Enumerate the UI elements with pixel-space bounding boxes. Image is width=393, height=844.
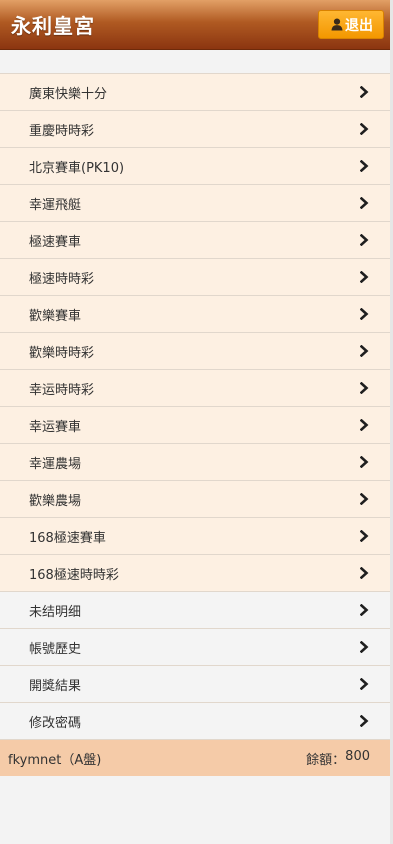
menu-item-speed-ssc[interactable]: 極速時時彩 bbox=[0, 259, 390, 296]
menu-item-lucky-farm[interactable]: 幸運農場 bbox=[0, 444, 390, 481]
chevron-right-icon bbox=[360, 641, 369, 653]
balance-label: 餘額： bbox=[306, 752, 346, 768]
balance-value: 800 bbox=[345, 748, 370, 764]
menu-item-unsettled-details[interactable]: 未结明细 bbox=[0, 592, 390, 629]
menu-item-label: 幸运時時彩 bbox=[29, 382, 95, 398]
menu-item-label: 極速賽車 bbox=[29, 234, 82, 250]
menu-item-chongqing-ssc[interactable]: 重慶時時彩 bbox=[0, 111, 390, 148]
page: 永利皇宮 退出 廣東快樂十分 重慶時時彩 北京賽車(PK10) 幸運飛艇 極速賽… bbox=[0, 0, 393, 844]
chevron-right-icon bbox=[360, 456, 369, 468]
account-status-bar: fkymnet（A盤) 餘額： 800 bbox=[0, 740, 390, 776]
menu-item-lucky-ssc[interactable]: 幸运時時彩 bbox=[0, 370, 390, 407]
menu-item-label: 修改密碼 bbox=[29, 715, 82, 731]
menu-item-label: 重慶時時彩 bbox=[29, 123, 95, 139]
chevron-right-icon bbox=[360, 271, 369, 283]
menu-item-lucky-racing[interactable]: 幸运賽車 bbox=[0, 407, 390, 444]
menu-item-label: 168極速賽車 bbox=[29, 530, 106, 546]
chevron-right-icon bbox=[360, 160, 369, 172]
menu-item-account-history[interactable]: 帳號歷史 bbox=[0, 629, 390, 666]
menu-item-label: 帳號歷史 bbox=[29, 641, 82, 657]
chevron-right-icon bbox=[360, 86, 369, 98]
menu-item-draw-results[interactable]: 開獎結果 bbox=[0, 666, 390, 703]
menu-item-change-password[interactable]: 修改密碼 bbox=[0, 703, 390, 740]
chevron-right-icon bbox=[360, 530, 369, 542]
menu-item-lucky-airship[interactable]: 幸運飛艇 bbox=[0, 185, 390, 222]
menu-item-label: 極速時時彩 bbox=[29, 271, 95, 287]
chevron-right-icon bbox=[360, 604, 369, 616]
menu-item-168-speed-racing[interactable]: 168極速賽車 bbox=[0, 518, 390, 555]
menu-item-label: 廣東快樂十分 bbox=[29, 86, 108, 102]
menu-item-beijing-pk10[interactable]: 北京賽車(PK10) bbox=[0, 148, 390, 185]
chevron-right-icon bbox=[360, 493, 369, 505]
chevron-right-icon bbox=[360, 308, 369, 320]
logout-button[interactable]: 退出 bbox=[318, 10, 384, 39]
app-header: 永利皇宮 退出 bbox=[0, 0, 390, 50]
chevron-right-icon bbox=[360, 382, 369, 394]
menu-item-label: 歡樂時時彩 bbox=[29, 345, 95, 361]
menu-item-speed-racing[interactable]: 極速賽車 bbox=[0, 222, 390, 259]
menu-item-label: 未结明细 bbox=[29, 604, 82, 620]
menu-item-label: 北京賽車(PK10) bbox=[29, 160, 125, 176]
app-title: 永利皇宮 bbox=[11, 14, 95, 38]
chevron-right-icon bbox=[360, 419, 369, 431]
balance: 餘額： 800 bbox=[306, 749, 370, 768]
chevron-right-icon bbox=[360, 123, 369, 135]
menu-item-label: 幸運農場 bbox=[29, 456, 82, 472]
chevron-right-icon bbox=[360, 345, 369, 357]
chevron-right-icon bbox=[360, 234, 369, 246]
account-name: fkymnet（A盤) bbox=[8, 752, 102, 768]
menu-item-happy-ssc[interactable]: 歡樂時時彩 bbox=[0, 333, 390, 370]
menu-list: 廣東快樂十分 重慶時時彩 北京賽車(PK10) 幸運飛艇 極速賽車 極速時時彩 … bbox=[0, 73, 390, 740]
menu-item-label: 幸运賽車 bbox=[29, 419, 82, 435]
menu-item-label: 歡樂賽車 bbox=[29, 308, 82, 324]
menu-item-label: 168極速時時彩 bbox=[29, 567, 119, 583]
menu-item-label: 開獎結果 bbox=[29, 678, 82, 694]
header-spacer bbox=[0, 50, 390, 73]
menu-item-168-speed-ssc[interactable]: 168極速時時彩 bbox=[0, 555, 390, 592]
chevron-right-icon bbox=[360, 197, 369, 209]
menu-item-happy-farm[interactable]: 歡樂農場 bbox=[0, 481, 390, 518]
menu-item-happy-racing[interactable]: 歡樂賽車 bbox=[0, 296, 390, 333]
chevron-right-icon bbox=[360, 678, 369, 690]
chevron-right-icon bbox=[360, 715, 369, 727]
menu-item-label: 幸運飛艇 bbox=[29, 197, 82, 213]
menu-item-guangdong-happy-ten[interactable]: 廣東快樂十分 bbox=[0, 74, 390, 111]
logout-label: 退出 bbox=[345, 17, 373, 34]
chevron-right-icon bbox=[360, 567, 369, 579]
user-icon bbox=[331, 18, 343, 31]
menu-item-label: 歡樂農場 bbox=[29, 493, 82, 509]
